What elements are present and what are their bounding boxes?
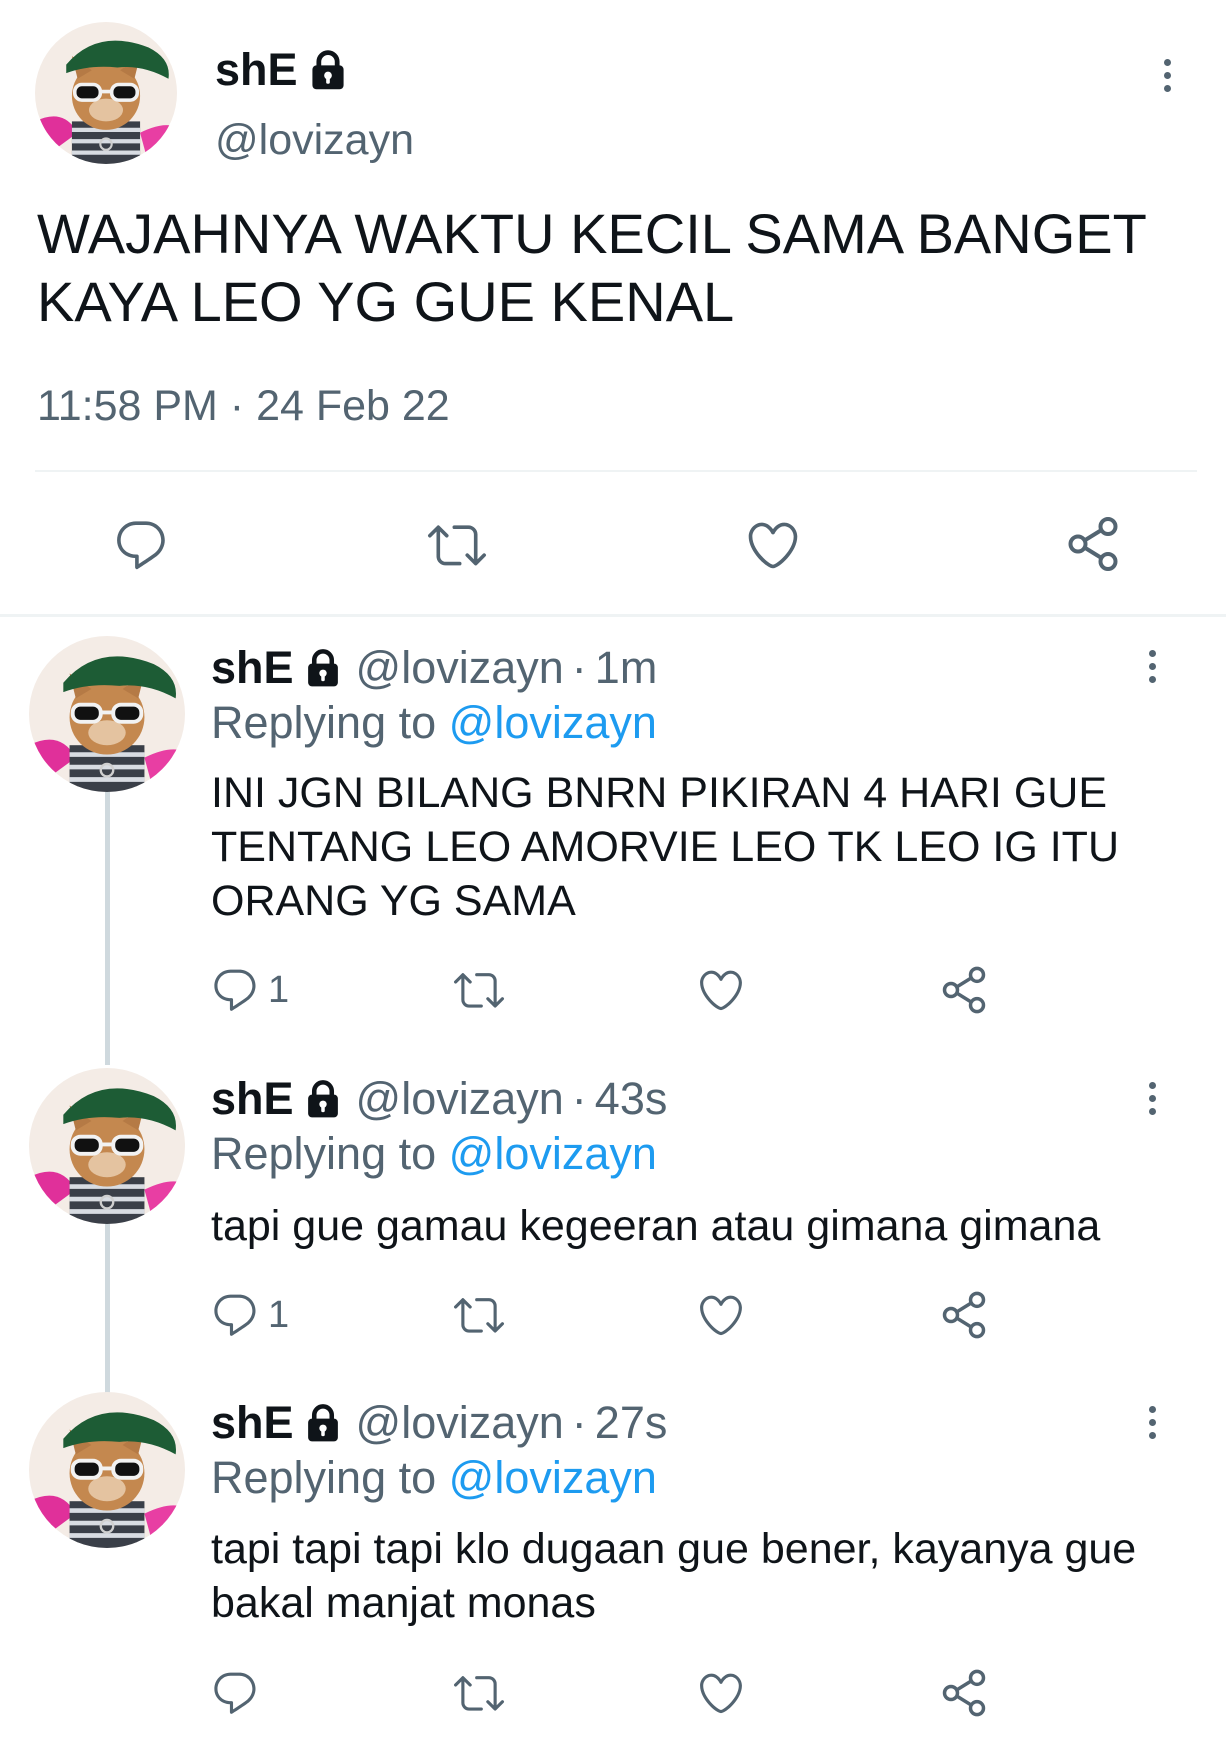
avatar[interactable]	[29, 1392, 185, 1548]
display-name[interactable]: shE	[215, 44, 298, 96]
handle[interactable]: @lovizayn	[356, 1073, 564, 1125]
handle[interactable]: @lovizayn	[356, 642, 564, 694]
mention-link[interactable]: @lovizayn	[449, 1452, 657, 1503]
replying-prefix: Replying to	[211, 697, 437, 748]
tweet-text: tapi tapi tapi klo dugaan gue bener, kay…	[211, 1525, 1137, 1627]
reply-button[interactable]	[112, 516, 170, 574]
timestamp[interactable]: 11:58 PM · 24 Feb 22	[37, 382, 450, 431]
replying-to: Replying to @lovizayn	[211, 1452, 657, 1504]
retweet-icon	[451, 1668, 507, 1718]
like-button[interactable]	[743, 516, 803, 574]
like-button[interactable]	[695, 965, 747, 1015]
avatar[interactable]	[29, 1068, 185, 1224]
like-button[interactable]	[695, 1290, 747, 1340]
display-name[interactable]: shE	[211, 1397, 294, 1449]
heart-icon	[695, 1290, 747, 1340]
author-name-row: shE @lovizayn · 43s	[211, 1073, 667, 1125]
divider	[35, 470, 1197, 472]
comment-icon	[210, 1290, 260, 1340]
retweet-button[interactable]	[451, 965, 507, 1015]
replying-prefix: Replying to	[211, 1452, 437, 1503]
retweet-icon	[424, 516, 490, 574]
replying-to: Replying to @lovizayn	[211, 697, 657, 749]
reply-button[interactable]: 1	[210, 1290, 289, 1340]
reply-count: 1	[268, 1293, 290, 1336]
share-button[interactable]	[1063, 514, 1123, 574]
more-options-icon[interactable]	[1132, 636, 1172, 696]
section-divider	[0, 614, 1226, 617]
retweet-button[interactable]	[424, 516, 490, 574]
separator-dot: ·	[571, 1073, 587, 1124]
tweet-text: tapi gue gamau kegeeran atau gimana gima…	[211, 1202, 1101, 1250]
thread-line	[105, 1222, 110, 1394]
share-button[interactable]	[938, 1289, 990, 1341]
lock-icon	[302, 1078, 344, 1120]
replying-to: Replying to @lovizayn	[211, 1128, 657, 1180]
share-button[interactable]	[938, 964, 990, 1016]
reply-button[interactable]	[210, 1668, 260, 1718]
share-icon	[938, 1289, 990, 1341]
more-options-icon[interactable]	[1132, 1068, 1172, 1128]
time[interactable]: 43s	[595, 1073, 668, 1125]
retweet-button[interactable]	[451, 1290, 507, 1340]
time[interactable]: 1m	[595, 642, 658, 694]
handle[interactable]: @lovizayn	[356, 1397, 564, 1449]
more-options-icon[interactable]	[1132, 1392, 1172, 1452]
reply-count: 1	[268, 968, 290, 1011]
share-icon	[938, 1667, 990, 1719]
author-name-row: shE @lovizayn · 27s	[211, 1397, 667, 1449]
thread-line	[105, 790, 110, 1065]
comment-icon	[210, 1668, 260, 1718]
retweet-icon	[451, 1290, 507, 1340]
share-button[interactable]	[938, 1667, 990, 1719]
heart-icon	[743, 516, 803, 574]
display-name[interactable]: shE	[211, 1073, 294, 1125]
retweet-icon	[451, 965, 507, 1015]
heart-icon	[695, 1668, 747, 1718]
mention-link[interactable]: @lovizayn	[449, 697, 657, 748]
display-name[interactable]: shE	[211, 642, 294, 694]
author-name-row: shE @lovizayn · 1m	[211, 642, 657, 694]
avatar[interactable]	[35, 22, 177, 164]
share-icon	[1063, 514, 1123, 574]
heart-icon	[695, 965, 747, 1015]
lock-icon	[302, 647, 344, 689]
lock-icon	[302, 1402, 344, 1444]
separator-dot: ·	[571, 642, 587, 693]
comment-icon	[210, 965, 260, 1015]
replying-prefix: Replying to	[211, 1128, 437, 1179]
tweet-text: WAJAHNYA WAKTU KECIL SAMA BANGET KAYA LE…	[37, 202, 1146, 333]
separator-dot: ·	[571, 1397, 587, 1448]
mention-link[interactable]: @lovizayn	[449, 1128, 657, 1179]
lock-icon	[306, 48, 350, 92]
share-icon	[938, 964, 990, 1016]
comment-icon	[112, 516, 170, 574]
author-name-row: shE	[215, 44, 350, 96]
like-button[interactable]	[695, 1668, 747, 1718]
handle[interactable]: @lovizayn	[215, 116, 414, 165]
avatar[interactable]	[29, 636, 185, 792]
tweet-text: INI JGN BILANG BNRN PIKIRAN 4 HARI GUE T…	[211, 769, 1119, 925]
reply-button[interactable]: 1	[210, 965, 289, 1015]
time[interactable]: 27s	[595, 1397, 668, 1449]
retweet-button[interactable]	[451, 1668, 507, 1718]
more-options-icon[interactable]	[1147, 45, 1187, 105]
